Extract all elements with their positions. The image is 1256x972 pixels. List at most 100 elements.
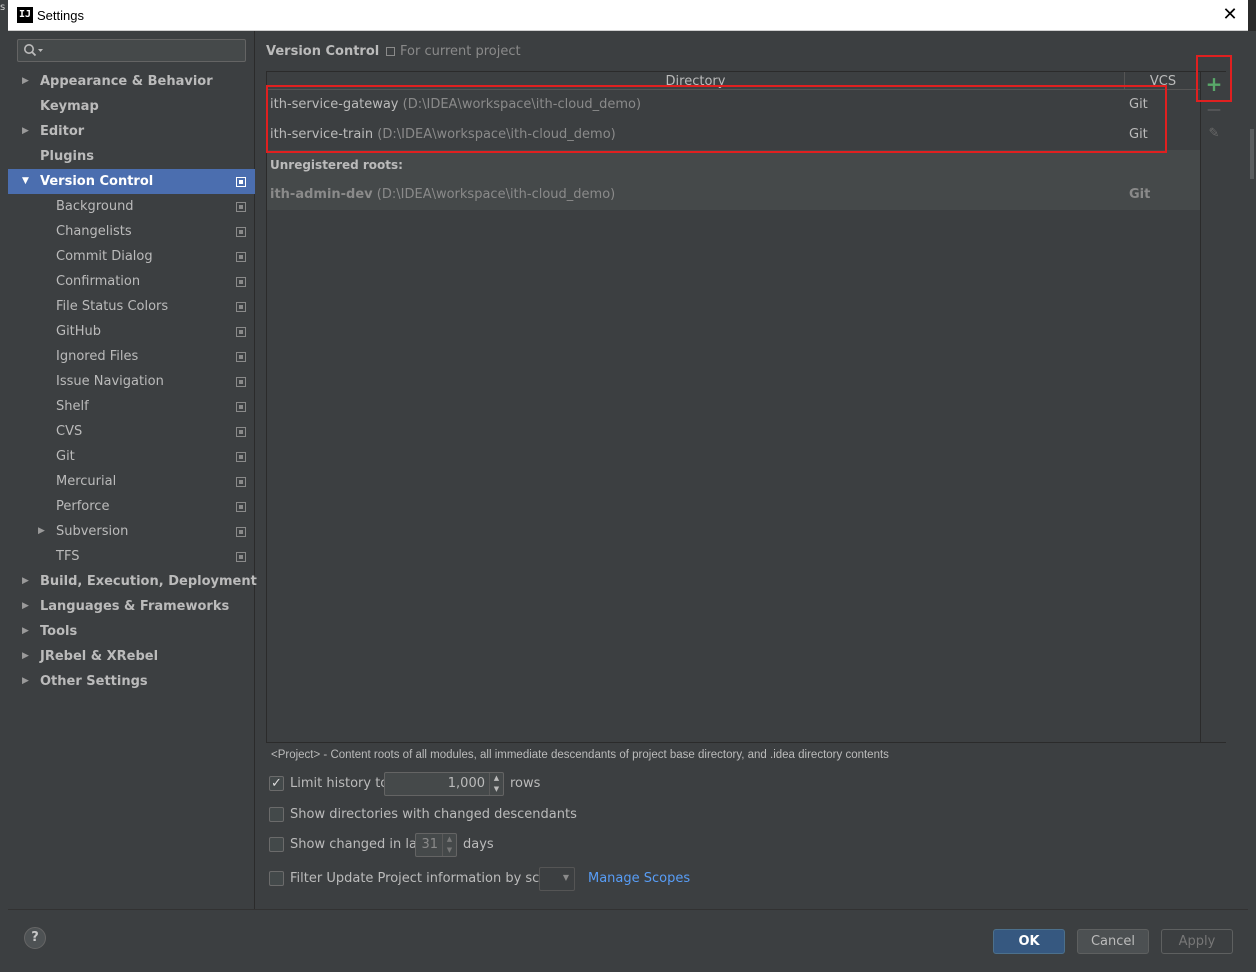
table-row[interactable]: ith-admin-dev (D:\IDEA\workspace\ith-clo… <box>267 180 1200 210</box>
sidebar-item-label: Commit Dialog <box>56 249 153 264</box>
sidebar-item-label: Changelists <box>56 224 132 239</box>
project-scope-icon <box>236 527 246 537</box>
spinner-arrows-icon[interactable]: ▲ ▼ <box>489 773 503 795</box>
sidebar-item-cvs[interactable]: CVS <box>8 419 255 444</box>
sidebar-item-mercurial[interactable]: Mercurial <box>8 469 255 494</box>
mapping-path: (D:\IDEA\workspace\ith-cloud_demo) <box>376 187 616 202</box>
sidebar-item-jrebel-xrebel[interactable]: ▶ JRebel & XRebel <box>8 644 255 669</box>
background-window-edge-bottom <box>0 966 1256 972</box>
settings-search-input[interactable] <box>17 39 246 62</box>
settings-dialog: ▶ Appearance & Behavior Keymap ▶ Editor Plugi… <box>8 31 1248 966</box>
sidebar-item-perforce[interactable]: Perforce <box>8 494 255 519</box>
sidebar-item-plugins[interactable]: Plugins <box>8 144 255 169</box>
sidebar-item-languages-frameworks[interactable]: ▶ Languages & Frameworks <box>8 594 255 619</box>
chevron-down-icon: ▼ <box>562 873 569 882</box>
sidebar-item-background[interactable]: Background <box>8 194 255 219</box>
expand-down-icon[interactable]: ▼ <box>22 169 32 194</box>
sidebar-item-git[interactable]: Git <box>8 444 255 469</box>
apply-button[interactable]: Apply <box>1161 929 1233 954</box>
sidebar-item-tfs[interactable]: TFS <box>8 544 255 569</box>
sidebar-item-ignored-files[interactable]: Ignored Files <box>8 344 255 369</box>
show-changed-checkbox[interactable] <box>269 837 284 852</box>
sidebar-item-appearance-behavior[interactable]: ▶ Appearance & Behavior <box>8 69 255 94</box>
table-row[interactable]: ith-service-gateway (D:\IDEA\workspace\i… <box>267 90 1200 120</box>
help-button[interactable]: ? <box>24 927 46 949</box>
history-limit-spinner[interactable]: 1,000 ▲ ▼ <box>384 772 504 796</box>
sidebar-item-label: Languages & Frameworks <box>40 599 230 614</box>
project-scope-icon <box>236 252 246 262</box>
add-mapping-button[interactable]: + <box>1204 74 1224 94</box>
sidebar-item-shelf[interactable]: Shelf <box>8 394 255 419</box>
sidebar-item-other-settings[interactable]: ▶ Other Settings <box>8 669 255 694</box>
column-header-directory[interactable]: Directory <box>267 72 1125 89</box>
table-body: ith-service-gateway (D:\IDEA\workspace\i… <box>267 90 1200 742</box>
remove-mapping-button[interactable]: — <box>1204 100 1224 120</box>
sidebar-item-confirmation[interactable]: Confirmation <box>8 269 255 294</box>
filter-update-checkbox[interactable] <box>269 871 284 886</box>
window-title: Settings <box>37 8 84 23</box>
close-window-button[interactable]: ✕ <box>1218 3 1242 27</box>
sidebar-item-label: Build, Execution, Deployment <box>40 574 257 589</box>
show-dirs-checkbox[interactable] <box>269 807 284 822</box>
sidebar-item-build-execution-deployment[interactable]: ▶ Build, Execution, Deployment <box>8 569 257 594</box>
sidebar-item-label: GitHub <box>56 324 102 339</box>
mapping-path: (D:\IDEA\workspace\ith-cloud_demo) <box>402 97 642 112</box>
expand-right-icon[interactable]: ▶ <box>22 644 32 669</box>
scope-label: For current project <box>386 44 521 59</box>
cancel-button[interactable]: Cancel <box>1077 929 1149 954</box>
sidebar-item-editor[interactable]: ▶ Editor <box>8 119 255 144</box>
mapping-vcs: Git <box>1129 97 1148 112</box>
sidebar-item-label: TFS <box>56 549 80 564</box>
scope-dropdown[interactable]: ▼ <box>539 867 575 891</box>
column-header-vcs[interactable]: VCS <box>1126 72 1200 89</box>
sidebar-item-label: Subversion <box>56 524 129 539</box>
mapping-name: ith-admin-dev <box>270 187 373 202</box>
edit-mapping-icon[interactable]: ✎ <box>1204 124 1224 144</box>
sidebar-item-label: File Status Colors <box>56 299 169 314</box>
project-scope-icon <box>236 352 246 362</box>
page-title: Version Control <box>266 44 380 59</box>
expand-right-icon[interactable]: ▶ <box>22 69 32 94</box>
spinner-arrows-icon[interactable]: ▲ ▼ <box>442 834 456 856</box>
expand-right-icon[interactable]: ▶ <box>22 119 32 144</box>
expand-right-icon[interactable]: ▶ <box>22 619 32 644</box>
sidebar-item-label: Git <box>56 449 75 464</box>
days-label: days <box>463 837 494 852</box>
sidebar-item-keymap[interactable]: Keymap <box>8 94 255 119</box>
sidebar-item-label: Mercurial <box>56 474 117 489</box>
project-scope-icon <box>236 202 246 212</box>
sidebar-item-tools[interactable]: ▶ Tools <box>8 619 255 644</box>
mapping-name: ith-service-train <box>270 127 374 142</box>
search-icon <box>24 44 43 57</box>
expand-right-icon[interactable]: ▶ <box>22 569 32 594</box>
expand-right-icon[interactable]: ▶ <box>38 519 48 544</box>
sidebar-item-file-status-colors[interactable]: File Status Colors <box>8 294 255 319</box>
sidebar-item-label: Appearance & Behavior <box>40 74 213 89</box>
window-titlebar: IJ Settings ✕ <box>8 0 1248 31</box>
sidebar-item-label: Tools <box>40 624 78 639</box>
project-scope-icon <box>236 302 246 312</box>
ok-button[interactable]: OK <box>993 929 1065 954</box>
sidebar-item-subversion[interactable]: ▶ Subversion <box>8 519 255 544</box>
sidebar-item-label: JRebel & XRebel <box>40 649 159 664</box>
limit-history-checkbox[interactable] <box>269 774 284 794</box>
project-scope-icon <box>236 277 246 287</box>
expand-right-icon[interactable]: ▶ <box>22 669 32 694</box>
sidebar-item-commit-dialog[interactable]: Commit Dialog <box>8 244 255 269</box>
background-window-edge: s <box>0 0 8 972</box>
project-scope-icon <box>236 227 246 237</box>
manage-scopes-link[interactable]: Manage Scopes <box>588 871 690 886</box>
sidebar-item-issue-navigation[interactable]: Issue Navigation <box>8 369 255 394</box>
days-spinner[interactable]: 31 ▲ ▼ <box>415 833 457 857</box>
sidebar-item-label: Ignored Files <box>56 349 139 364</box>
project-hint-text: <Project> - Content roots of all modules… <box>271 749 889 761</box>
sidebar-item-label: Other Settings <box>40 674 148 689</box>
table-row[interactable]: ith-service-train (D:\IDEA\workspace\ith… <box>267 120 1200 150</box>
sidebar-item-version-control[interactable]: ▼ Version Control <box>8 169 255 194</box>
rows-label: rows <box>510 776 541 791</box>
expand-right-icon[interactable]: ▶ <box>22 594 32 619</box>
sidebar-item-changelists[interactable]: Changelists <box>8 219 255 244</box>
background-window-text: s <box>0 2 6 13</box>
project-scope-icon <box>236 177 246 187</box>
sidebar-item-github[interactable]: GitHub <box>8 319 255 344</box>
